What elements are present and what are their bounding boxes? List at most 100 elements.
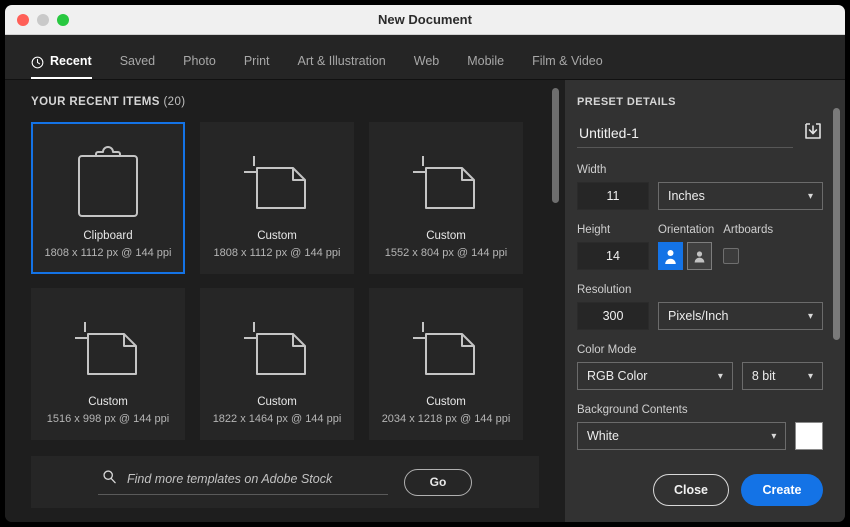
tab-print-label: Print <box>243 54 270 68</box>
background-color-swatch[interactable] <box>795 422 823 450</box>
stock-search-input[interactable] <box>127 472 384 486</box>
recent-item-card[interactable]: Custom 1552 x 804 px @ 144 ppi <box>369 122 523 274</box>
tab-saved[interactable]: Saved <box>120 35 167 79</box>
chevron-down-icon: ▾ <box>807 310 813 322</box>
preset-details-panel: PRESET DETAILS Width Inches <box>565 80 845 522</box>
recent-item-dims: 1808 x 1112 px @ 144 ppi <box>213 247 341 259</box>
width-unit-value: Inches <box>668 189 705 203</box>
category-tabbar: Recent Saved Photo Print Art & Illustrat… <box>5 35 845 80</box>
window-title: New Document <box>378 12 472 27</box>
recent-items-heading-label: YOUR RECENT ITEMS <box>31 96 160 108</box>
height-group: Height <box>577 224 649 270</box>
color-mode-row: RGB Color ▾ 8 bit ▾ <box>577 362 823 390</box>
dialog-footer: Close Create <box>653 474 823 506</box>
search-icon <box>102 469 117 489</box>
recent-items-count: (20) <box>163 96 186 108</box>
clipboard-icon <box>76 144 140 222</box>
background-contents-value: White <box>587 429 619 443</box>
document-icon <box>71 310 145 388</box>
orientation-portrait-button[interactable] <box>658 242 683 270</box>
save-preset-button[interactable] <box>803 121 823 148</box>
left-panel-scrollbar[interactable] <box>552 88 559 203</box>
close-window-icon[interactable] <box>17 13 29 26</box>
recent-item-dims: 1552 x 804 px @ 144 ppi <box>384 247 508 259</box>
orientation-group: Orientation <box>658 224 714 270</box>
tab-photo-label: Photo <box>183 54 216 68</box>
recent-item-name: Custom <box>257 396 297 408</box>
resolution-input[interactable] <box>577 302 649 330</box>
document-icon <box>409 310 483 388</box>
maximize-window-icon[interactable] <box>57 13 69 26</box>
create-button[interactable]: Create <box>741 474 823 506</box>
recent-item-card[interactable]: Custom 2034 x 1218 px @ 144 ppi <box>369 288 523 440</box>
tab-web-label: Web <box>413 54 440 68</box>
color-mode-label: Color Mode <box>577 344 637 356</box>
recent-item-name: Custom <box>88 396 128 408</box>
tab-mobile-label: Mobile <box>467 54 505 68</box>
document-icon <box>240 144 314 222</box>
recent-item-card[interactable]: Custom 1808 x 1112 px @ 144 ppi <box>200 122 354 274</box>
orientation-buttons <box>658 242 714 270</box>
document-name-input[interactable] <box>577 125 793 148</box>
background-contents-row: White ▾ <box>577 422 823 450</box>
bit-depth-select[interactable]: 8 bit ▾ <box>741 362 823 390</box>
background-contents-label: Background Contents <box>577 404 688 416</box>
height-orientation-artboards-row: Height Orientation <box>577 224 823 270</box>
clock-icon <box>31 56 44 69</box>
orientation-landscape-button[interactable] <box>687 242 712 270</box>
preset-details-heading: PRESET DETAILS <box>577 96 676 108</box>
tab-recent-label: Recent <box>50 54 92 68</box>
tab-web[interactable]: Web <box>414 35 451 79</box>
tab-art-and-illustration[interactable]: Art & Illustration <box>298 35 398 79</box>
stock-search-field[interactable] <box>98 469 388 495</box>
width-unit-select[interactable]: Inches ▾ <box>658 182 823 210</box>
width-label: Width <box>577 164 607 176</box>
tab-print[interactable]: Print <box>244 35 282 79</box>
width-input[interactable] <box>577 182 649 210</box>
recent-item-name: Custom <box>257 230 297 242</box>
resolution-unit-value: Pixels/Inch <box>668 309 729 323</box>
tab-film-and-video-label: Film & Video <box>532 54 603 68</box>
color-mode-value: RGB Color <box>587 369 648 383</box>
resolution-unit-select[interactable]: Pixels/Inch ▾ <box>658 302 823 330</box>
artboards-checkbox[interactable] <box>723 248 740 264</box>
color-mode-select[interactable]: RGB Color ▾ <box>577 362 733 390</box>
tab-recent[interactable]: Recent <box>31 35 104 79</box>
recent-item-dims: 1516 x 998 px @ 144 ppi <box>46 413 170 425</box>
stock-go-button[interactable]: Go <box>404 468 472 496</box>
document-icon <box>240 310 314 388</box>
window-titlebar: New Document <box>5 5 845 35</box>
recent-item-card[interactable]: Custom 1516 x 998 px @ 144 ppi <box>31 288 185 440</box>
close-button[interactable]: Close <box>653 474 729 506</box>
recent-item-card[interactable]: Clipboard 1808 x 1112 px @ 144 ppi <box>31 122 185 274</box>
adobe-stock-search-bar: Go <box>31 456 539 508</box>
recent-item-card[interactable]: Custom 1822 x 1464 px @ 144 ppi <box>200 288 354 440</box>
chevron-down-icon: ▾ <box>807 190 813 202</box>
tab-active-underline <box>31 77 92 79</box>
dialog-body: YOUR RECENT ITEMS (20) Clipboard 1808 x … <box>5 80 845 522</box>
tab-photo[interactable]: Photo <box>183 35 228 79</box>
recent-item-name: Clipboard <box>83 230 133 242</box>
orientation-label: Orientation <box>658 224 715 236</box>
resolution-label: Resolution <box>577 284 632 296</box>
recent-items-grid: Clipboard 1808 x 1112 px @ 144 ppi Custo… <box>31 122 539 440</box>
resolution-row: Pixels/Inch ▾ <box>577 302 823 330</box>
height-input[interactable] <box>577 242 649 270</box>
width-row: Inches ▾ <box>577 182 823 210</box>
tab-film-and-video[interactable]: Film & Video <box>532 35 615 79</box>
document-name-row <box>577 121 823 148</box>
height-label: Height <box>577 224 611 236</box>
recent-item-dims: 2034 x 1218 px @ 144 ppi <box>381 413 511 425</box>
right-panel-scrollbar[interactable] <box>833 108 840 340</box>
traffic-lights <box>5 13 69 26</box>
recent-item-dims: 1822 x 1464 px @ 144 ppi <box>212 413 342 425</box>
chevron-down-icon: ▾ <box>807 370 813 382</box>
minimize-window-icon[interactable] <box>37 13 49 26</box>
recent-item-name: Custom <box>426 396 466 408</box>
tab-mobile[interactable]: Mobile <box>467 35 516 79</box>
chevron-down-icon: ▾ <box>717 370 723 382</box>
tab-art-and-illustration-label: Art & Illustration <box>297 54 386 68</box>
artboards-group: Artboards <box>723 224 773 264</box>
recent-item-dims: 1808 x 1112 px @ 144 ppi <box>44 247 172 259</box>
background-contents-select[interactable]: White ▾ <box>577 422 787 450</box>
